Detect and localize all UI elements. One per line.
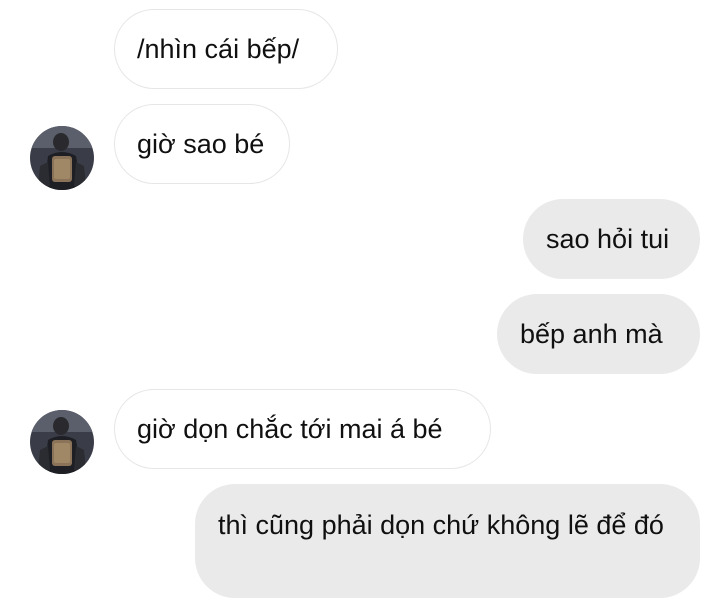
message-text: thì cũng phải dọn chứ không lẽ để đó: [218, 510, 664, 540]
message-text: /nhìn cái bếp/: [137, 34, 300, 64]
message-text: giờ dọn chắc tới mai á bé: [137, 414, 443, 444]
message-bubble-sent[interactable]: sao hỏi tui: [523, 199, 700, 279]
message-bubble-received[interactable]: giờ dọn chắc tới mai á bé: [114, 389, 491, 469]
message-bubble-received[interactable]: giờ sao bé: [114, 104, 290, 184]
avatar-image: [30, 410, 94, 474]
message-text: giờ sao bé: [137, 129, 265, 159]
message-text: sao hỏi tui: [546, 224, 670, 254]
message-bubble-sent[interactable]: bếp anh mà: [497, 294, 700, 374]
avatar-image: [30, 126, 94, 190]
message-bubble-sent[interactable]: thì cũng phải dọn chứ không lẽ để đó: [195, 484, 700, 598]
message-text: bếp anh mà: [520, 319, 663, 349]
message-bubble-received[interactable]: /nhìn cái bếp/: [114, 9, 338, 89]
contact-avatar[interactable]: [30, 126, 94, 190]
contact-avatar[interactable]: [30, 410, 94, 474]
